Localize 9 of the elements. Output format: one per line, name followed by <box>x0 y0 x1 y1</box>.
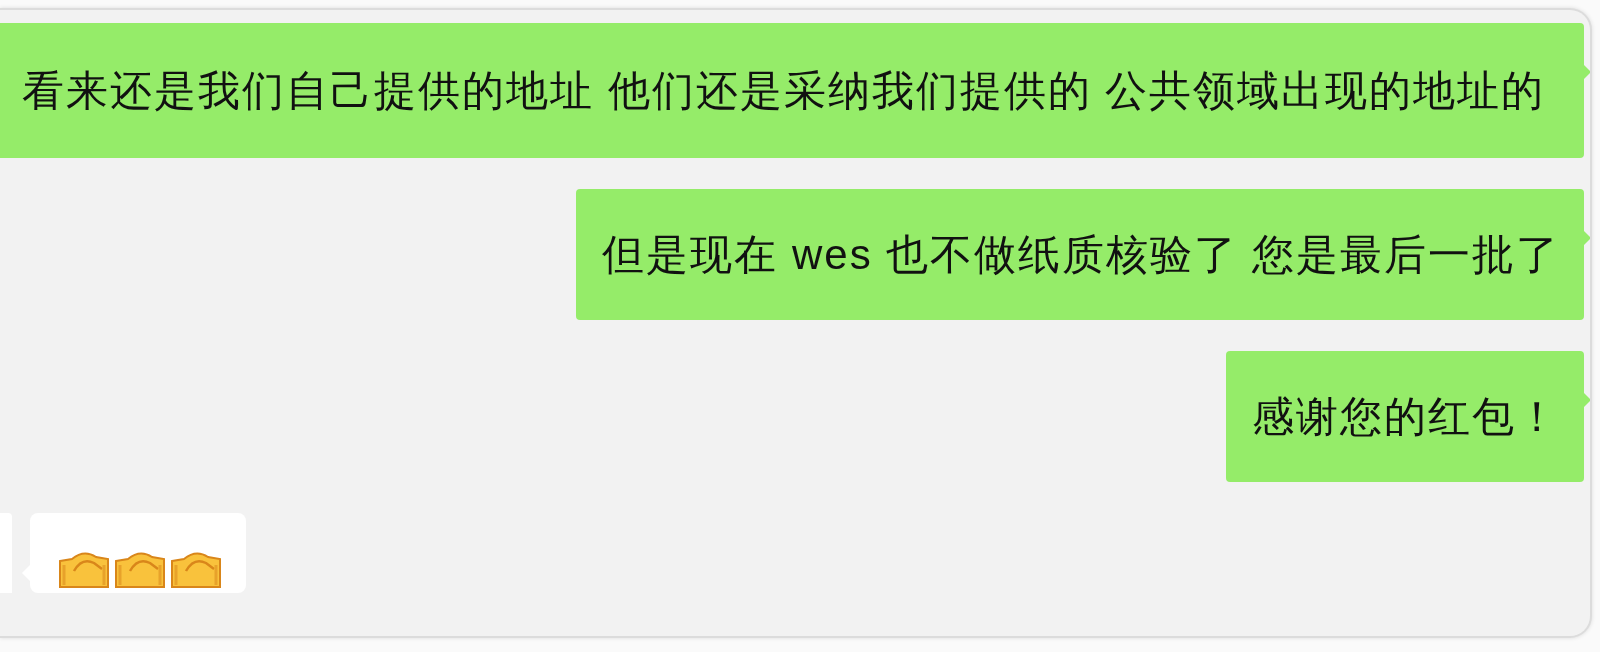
handshake-icon <box>170 549 222 589</box>
bubble-tail <box>1584 393 1590 407</box>
bubble-tail <box>1584 65 1590 79</box>
message-bubble: 感谢您的红包！ <box>1226 351 1584 482</box>
message-bubble: 但是现在 wes 也不做纸质核验了 您是最后一批了 <box>576 189 1584 320</box>
message-bubble: 看来还是我们自己提供的地址 他们还是采纳我们提供的 公共领域出现的地址的 <box>0 23 1584 158</box>
bubble-tail <box>1584 231 1590 245</box>
handshake-icon <box>58 549 110 589</box>
handshake-icon <box>114 549 166 589</box>
